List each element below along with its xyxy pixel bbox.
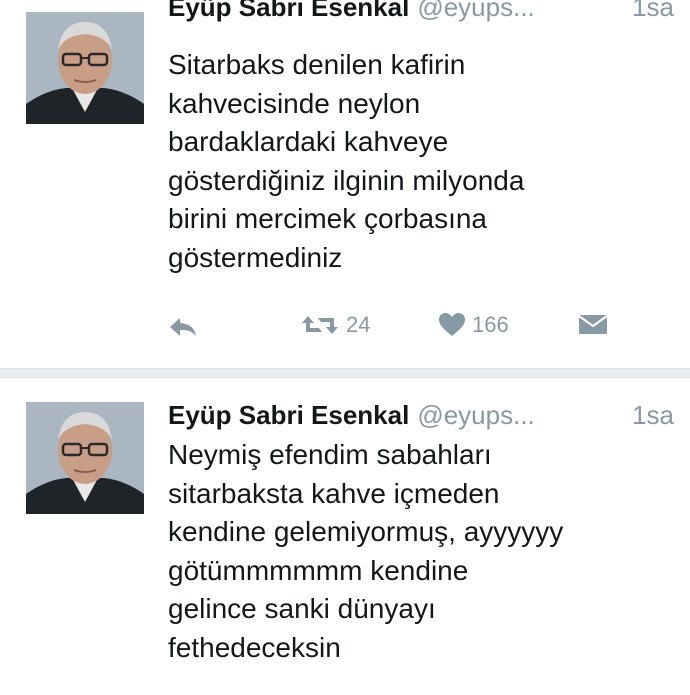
tweet-2[interactable]: Eyüp Sabri Esenkal @eyups... 1sa Neymiş e…: [0, 378, 690, 695]
tweet-text-line: bardaklardaki kahveye: [168, 126, 449, 157]
tweet-header: Eyüp Sabri Esenkal @eyups... 1sa: [168, 0, 674, 32]
tweet-header: Eyüp Sabri Esenkal @eyups... 1sa: [168, 400, 674, 440]
tweet-text-line: kendine gelemiyormuş, ayyyyyy: [168, 516, 564, 547]
avatar-portrait-image: [26, 12, 144, 124]
like-button[interactable]: 166: [438, 312, 509, 338]
like-count: 166: [472, 312, 509, 337]
direct-message-button[interactable]: [578, 312, 608, 336]
envelope-icon: [578, 315, 608, 334]
author-handle[interactable]: @eyups...: [417, 400, 534, 430]
retweet-count: 24: [346, 312, 371, 337]
reply-icon: [170, 318, 196, 336]
tweet-text-line: sitarbaksta kahve içmeden: [168, 477, 500, 509]
tweet-text-line: gelince sanki dünyayı: [168, 593, 436, 624]
retweet-icon: [302, 316, 338, 334]
tweet-text-line: gösterdiğiniz ilginin milyonda: [168, 164, 525, 196]
tweet-actions: 24 166: [168, 312, 648, 348]
reply-button[interactable]: [168, 316, 198, 338]
avatar[interactable]: [26, 402, 144, 514]
tweet-time[interactable]: 1sa: [632, 0, 674, 23]
tweet-1[interactable]: Eyüp Sabri Esenkal @eyups... 1sa Sitarbak…: [0, 0, 690, 368]
avatar[interactable]: [26, 12, 144, 124]
author-name[interactable]: Eyüp Sabri Esenkal: [168, 400, 409, 430]
tweet-text: Sitarbaks denilen kafirin kahvecisinde n…: [168, 46, 668, 277]
heart-icon: [439, 313, 465, 336]
tweet-time[interactable]: 1sa: [632, 400, 674, 431]
retweet-button[interactable]: 24: [300, 312, 370, 338]
tweet-text-line: kahvecisinde neylon: [168, 87, 421, 119]
avatar-portrait-image: [26, 402, 144, 514]
tweet-text: Neymiş efendim sabahları sitarbaksta kah…: [168, 436, 668, 667]
tweet-text-line: birini mercimek çorbasına: [168, 203, 487, 234]
tweet-text-line: göstermediniz: [168, 241, 343, 273]
tweet-text-line: Neymiş efendim sabahları: [168, 439, 492, 470]
tweet-text-line: fethedeceksin: [168, 631, 341, 663]
tweet-text-line: götümmmmmm kendine: [168, 554, 469, 586]
tweet-separator: [0, 368, 690, 378]
author-handle[interactable]: @eyups...: [417, 0, 534, 22]
author-name[interactable]: Eyüp Sabri Esenkal: [168, 0, 409, 22]
tweet-text-line: Sitarbaks denilen kafirin: [168, 49, 466, 80]
